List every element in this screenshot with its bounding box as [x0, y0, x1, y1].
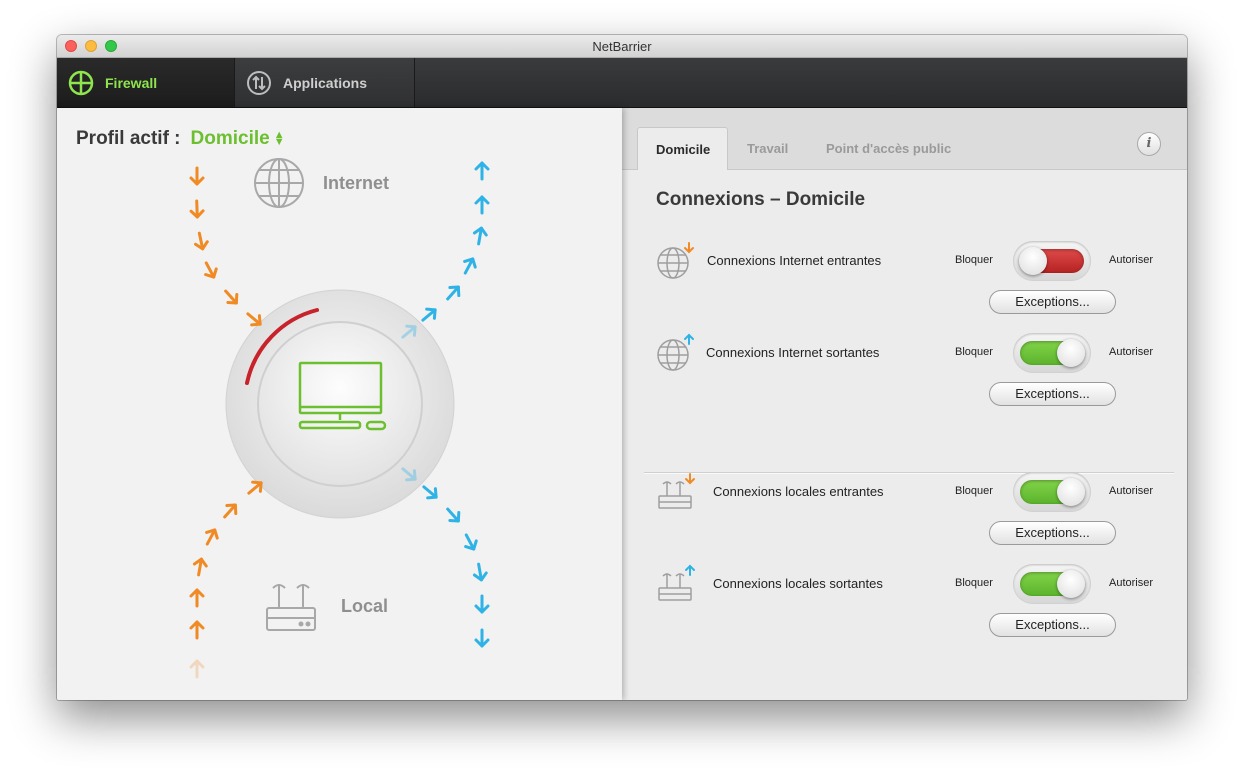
router-outgoing-icon	[658, 564, 695, 601]
row-label: Connexions locales entrantes	[713, 484, 884, 499]
updown-chevron-icon[interactable]: ▲ ▼	[274, 129, 285, 147]
router-incoming-icon	[658, 473, 695, 509]
applications-icon	[247, 70, 271, 95]
outgoing-internet-arrows	[401, 161, 490, 339]
toggle-local-incoming[interactable]	[1013, 472, 1091, 512]
row-local-incoming: Connexions locales entrantes Bloquer Aut…	[622, 472, 1187, 552]
local-label: Local	[341, 596, 389, 616]
info-button[interactable]: i	[1137, 132, 1161, 156]
profile-selector[interactable]: Domicile	[191, 128, 270, 149]
connections-pane: Domicile Travail Point d'accès public i …	[622, 108, 1187, 700]
active-profile: Profil actif : Domicile ▲ ▼	[76, 128, 285, 150]
computer-disc	[257, 321, 423, 487]
row-internet-incoming: Connexions Internet entrantes Bloquer Au…	[622, 241, 1187, 321]
block-label: Bloquer	[955, 577, 993, 589]
row-label: Connexions locales sortantes	[713, 576, 883, 591]
allow-label: Autoriser	[1109, 254, 1154, 266]
block-label: Bloquer	[955, 254, 993, 266]
allow-label: Autoriser	[1109, 577, 1154, 589]
block-label: Bloquer	[955, 485, 993, 497]
app-window: NetBarrier Firewall Applications Profil …	[57, 35, 1187, 700]
profile-label: Profil actif :	[76, 128, 181, 149]
tab-applications-label: Applications	[283, 74, 368, 91]
window-title: NetBarrier	[592, 39, 652, 54]
tab-applications[interactable]: Applications	[235, 58, 415, 107]
incoming-local-arrows	[189, 480, 263, 679]
internet-globe-icon	[254, 158, 304, 208]
toggle-internet-incoming[interactable]	[1013, 241, 1091, 281]
local-router-icon	[266, 584, 316, 631]
firewall-icon	[68, 70, 94, 95]
globe-outgoing-icon	[657, 333, 694, 371]
main-toolbar: Firewall Applications	[57, 58, 1187, 108]
block-label: Bloquer	[955, 346, 993, 358]
traffic-diagram	[189, 158, 490, 679]
exceptions-button[interactable]: Exceptions...	[989, 613, 1116, 637]
exceptions-button[interactable]: Exceptions...	[989, 521, 1116, 545]
row-internet-outgoing: Connexions Internet sortantes Bloquer Au…	[622, 333, 1187, 413]
incoming-internet-arrows	[189, 166, 262, 327]
tab-firewall[interactable]: Firewall	[57, 58, 235, 107]
globe-incoming-icon	[657, 242, 694, 279]
row-label: Connexions Internet sortantes	[706, 345, 880, 360]
internet-label: Internet	[323, 173, 390, 193]
tab-travail[interactable]: Travail	[729, 127, 806, 169]
tab-point-acces-public[interactable]: Point d'accès public	[808, 127, 969, 169]
allow-label: Autoriser	[1109, 485, 1154, 497]
tab-domicile[interactable]: Domicile	[637, 127, 728, 170]
exceptions-button[interactable]: Exceptions...	[989, 290, 1116, 314]
toggle-local-outgoing[interactable]	[1013, 564, 1091, 604]
toggle-internet-outgoing[interactable]	[1013, 333, 1091, 373]
exceptions-button[interactable]: Exceptions...	[989, 382, 1116, 406]
row-label: Connexions Internet entrantes	[707, 253, 882, 268]
section-title: Connexions – Domicile	[656, 189, 866, 210]
allow-label: Autoriser	[1109, 346, 1154, 358]
profile-tabs: Domicile Travail Point d'accès public i	[622, 108, 1187, 170]
firewall-diagram-pane: Profil actif : Domicile ▲ ▼ Internet Local	[57, 108, 622, 700]
tab-firewall-label: Firewall	[105, 74, 158, 91]
row-local-outgoing: Connexions locales sortantes Bloquer Aut…	[622, 564, 1187, 644]
title-bar: NetBarrier	[57, 35, 1187, 58]
